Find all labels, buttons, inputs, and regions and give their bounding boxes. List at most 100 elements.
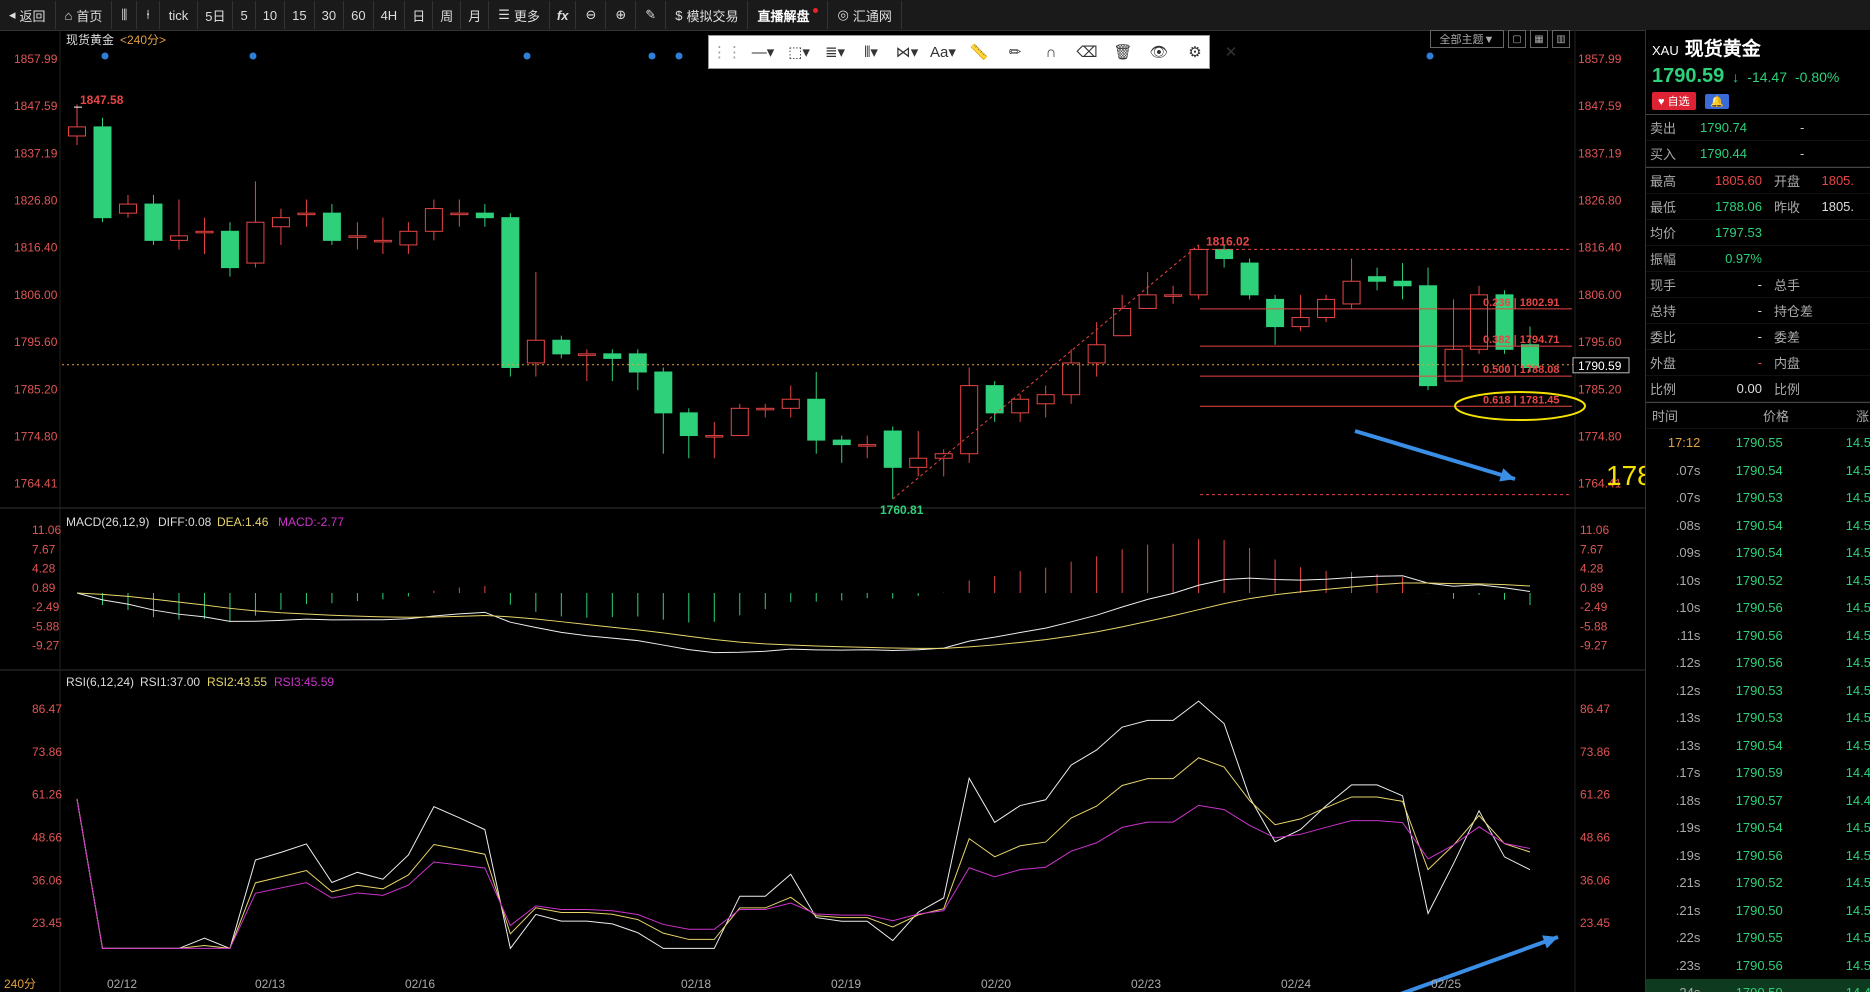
toolbar-fx678-button[interactable]: ◎ 汇通网 [828, 1, 902, 29]
candle-body [883, 430, 902, 468]
macd-tick-right: 4.28 [1580, 562, 1604, 576]
drag-handle-icon[interactable]: ⋮⋮ [709, 36, 745, 68]
rsi-tick-left: 48.66 [32, 830, 62, 844]
candle-body [1368, 276, 1387, 282]
pattern-tool-icon[interactable]: ⋈▾ [889, 36, 925, 68]
candle-body [271, 217, 290, 228]
tick-row: .10s 1790.56 14.5 [1675, 600, 1870, 616]
eraser-icon[interactable]: ⌫ [1069, 36, 1105, 68]
magnet-icon[interactable]: ∩ [1033, 36, 1069, 68]
candle [1291, 294, 1310, 332]
toolbar-back-button[interactable]: ◂ 返回 [0, 1, 56, 29]
list-icon: ☰ [498, 7, 510, 22]
rsi-tick-right: 36.06 [1580, 873, 1610, 887]
toolbar-sim-trade-button[interactable]: $ 模拟交易 [666, 1, 749, 29]
toolbar-chart-type-button[interactable]: ⫼ [112, 1, 138, 29]
toolbar-tick-button[interactable]: tick [160, 1, 199, 29]
stat-row: 现手 - 总手 [1646, 272, 1870, 298]
indicator-btn-2[interactable]: ▦ [1530, 30, 1548, 48]
close-icon[interactable]: ✕ [1213, 36, 1249, 68]
date-label: 02/12 [107, 977, 137, 991]
tick-list[interactable]: 17:12 1790.55 14.5 .07s 1790.54 14.5 .07s … [1646, 429, 1870, 992]
fib-level-label: 0.236 | 1802.91 [1483, 297, 1559, 309]
event-dot [523, 52, 531, 60]
settings-icon[interactable]: ⚙ [1177, 36, 1213, 68]
macd-tick-left: 7.67 [32, 542, 56, 556]
candle [552, 335, 571, 359]
toolbar-zoom-out-button[interactable]: ⊖ [576, 1, 607, 29]
price-tick-left: 1816.40 [14, 241, 58, 255]
date-label: 02/25 [1431, 977, 1461, 991]
fib-tool-icon[interactable]: ≣▾ [817, 36, 853, 68]
toolbar-draw-button[interactable]: ✎ [636, 1, 667, 29]
event-dot [1426, 52, 1434, 60]
trend-line [892, 244, 1199, 500]
candle-body [1215, 248, 1234, 260]
bars-tool-icon[interactable]: ⫴▾ [853, 36, 889, 68]
toolbar-day-button[interactable]: 日 [405, 1, 434, 29]
toolbar-fx-button[interactable]: fx [550, 1, 577, 29]
toolbar-week-button[interactable]: 周 [433, 1, 462, 29]
tick-row: .08s 1790.54 14.5 [1675, 517, 1870, 533]
price-tick-left: 1764.41 [14, 477, 58, 491]
candle-body [577, 353, 596, 356]
toolbar-zoom-in-button[interactable]: ⊕ [606, 1, 637, 29]
candle-body [1342, 280, 1361, 305]
toolbar-home-button[interactable]: ⌂ 首页 [56, 1, 113, 29]
toolbar-m30-button[interactable]: 30 [315, 1, 345, 29]
stat-row: 外盘 - 内盘 [1646, 350, 1870, 376]
tick-row: .10s 1790.52 14.5 [1675, 572, 1870, 588]
price-tick-left: 1795.60 [14, 335, 58, 349]
candle-body [1189, 248, 1208, 296]
line-tool-icon[interactable]: —▾ [745, 36, 781, 68]
fib-level-label: 0.500 | 1788.08 [1483, 364, 1559, 376]
candle-body [93, 126, 112, 219]
alert-bell-icon[interactable]: 🔔 [1705, 94, 1729, 109]
price-chart[interactable]: 现货黄金 <240分> 1857.99 1857.99 1847.59 1847.59 18… [0, 30, 1645, 992]
candle-body [1138, 294, 1157, 309]
favorite-button[interactable]: ♥ 自选 [1652, 92, 1696, 110]
toolbar-live-button[interactable]: 直播解盘 [748, 1, 829, 29]
toolbar-h4-button[interactable]: 4H [374, 1, 406, 29]
event-dot [101, 52, 109, 60]
tick-row: .19s 1790.56 14.5 [1675, 847, 1870, 863]
toolbar-candle-type-button[interactable]: ⍿ [137, 1, 160, 29]
candle [93, 117, 112, 223]
indicator-btn-3[interactable]: ▥ [1552, 30, 1570, 48]
price-tick-left: 1837.19 [14, 146, 58, 160]
ruler-icon[interactable]: 📏 [961, 36, 997, 68]
rsi2-line [76, 757, 1531, 949]
fib-level-label: 0.618 | 1781.45 [1483, 394, 1559, 406]
candle-body [654, 371, 673, 414]
text-tool-icon[interactable]: Aa▾ [925, 36, 961, 68]
candle [1368, 267, 1387, 291]
rect-tool-icon[interactable]: ⬚▾ [781, 36, 817, 68]
eye-icon[interactable]: 👁 [1141, 36, 1177, 68]
toolbar-month-button[interactable]: 月 [461, 1, 490, 29]
toolbar-5d-button[interactable]: 5日 [198, 1, 234, 29]
toolbar-m5-button[interactable]: 5 [233, 1, 256, 29]
indicator-btn-1[interactable]: ▢ [1508, 30, 1526, 48]
candle [1164, 285, 1183, 304]
candle [1266, 294, 1285, 345]
stat-row: 总持 - 持仓差 [1646, 298, 1870, 324]
rsi-label: RSI(6,12,24) [66, 675, 134, 689]
toolbar-m10-button[interactable]: 10 [256, 1, 286, 29]
candle [118, 194, 137, 218]
pencil-icon[interactable]: ✏ [997, 36, 1033, 68]
chart-title: 现货黄金 [66, 32, 114, 47]
candle [1138, 272, 1157, 309]
candle [832, 435, 851, 463]
rsi-tick-right: 23.45 [1580, 916, 1610, 930]
toolbar-m15-button[interactable]: 15 [285, 1, 315, 29]
spiral-icon: ◎ [837, 7, 849, 22]
rsi2-value: RSI2:43.55 [207, 675, 267, 689]
toolbar-more-button[interactable]: ☰ 更多 [489, 1, 550, 29]
candle [1113, 294, 1132, 337]
theme-selector[interactable]: 全部主题▼ [1430, 30, 1504, 48]
toolbar-m60-button[interactable]: 60 [344, 1, 374, 29]
trash-icon[interactable]: 🗑 [1105, 36, 1141, 68]
rsi1-line [76, 700, 1531, 950]
rsi-tick-right: 86.47 [1580, 702, 1610, 716]
rsi-tick-left: 61.26 [32, 788, 62, 802]
